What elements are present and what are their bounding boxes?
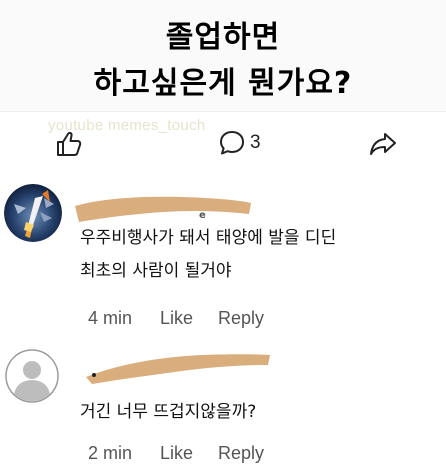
like-button[interactable]: Like: [160, 443, 193, 464]
comment-timestamp: 2 min: [88, 443, 133, 463]
title-line-2: 하고싶은게 뭔가요?: [93, 66, 353, 101]
default-user-avatar[interactable]: [5, 349, 59, 403]
comment-text-line: 최초의 사람이 될거야: [80, 261, 232, 281]
post-action-bar: 3: [0, 124, 446, 164]
reply-button[interactable]: Reply: [218, 308, 264, 329]
like-button[interactable]: Like: [160, 308, 193, 329]
title-line-1: 졸업하면: [165, 20, 281, 55]
comment-text: 우주비행사가 돼서 태양에 발을 디딘 최초의 사람이 될거야: [80, 222, 336, 288]
comment-timestamp: 4 min: [88, 308, 133, 328]
username-fragment: e: [199, 210, 206, 221]
comment-count: 3: [250, 132, 261, 153]
redacted-username: [86, 354, 270, 384]
user-silhouette-icon: [5, 349, 59, 403]
redacted-username: [75, 196, 251, 222]
title-banner: 졸업하면 하고싶은게 뭔가요?: [0, 0, 446, 112]
comment-text-line: 우주비행사가 돼서 태양에 발을 디딘: [80, 228, 337, 248]
rocket-avatar[interactable]: [4, 184, 62, 242]
share-arrow-icon[interactable]: [369, 130, 397, 158]
reply-button[interactable]: Reply: [218, 443, 264, 464]
comment-text-line: 거긴 너무 뜨겁지않을까?: [80, 402, 257, 422]
speech-bubble-icon[interactable]: [219, 130, 245, 156]
comment-text: 거긴 너무 뜨겁지않을까?: [80, 396, 256, 429]
thumbs-up-icon[interactable]: [54, 129, 84, 159]
rocket-launch-image: [4, 184, 62, 242]
